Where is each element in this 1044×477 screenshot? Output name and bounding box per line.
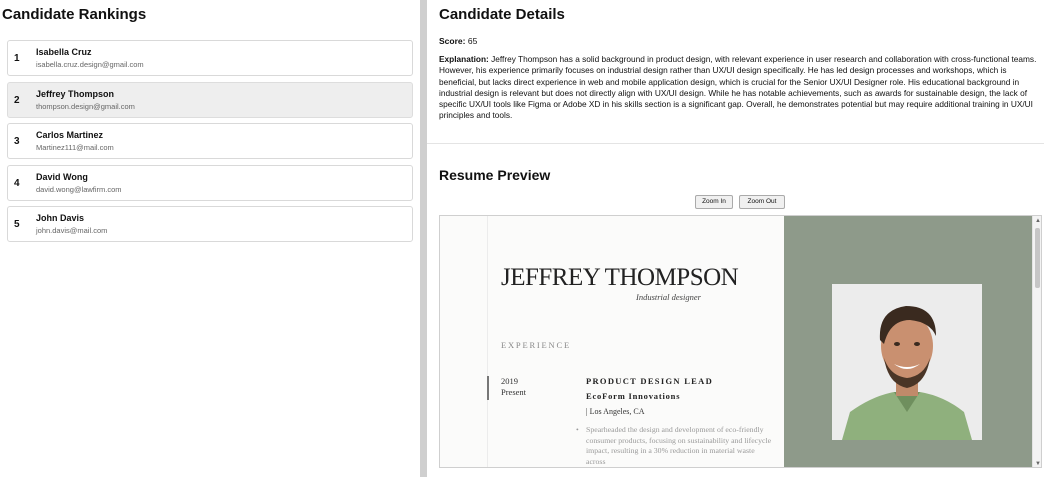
- scrollbar-thumb[interactable]: [1035, 228, 1040, 288]
- candidate-rankings-panel: Candidate Rankings 1 Isabella Cruz isabell…: [0, 0, 420, 477]
- candidate-rank: 3: [14, 136, 20, 147]
- resume-company: EcoForm Innovations: [586, 391, 681, 401]
- resume-role: Industrial designer: [636, 292, 701, 302]
- candidate-item[interactable]: 3 Carlos Martinez Martinez111@mail.com: [7, 123, 413, 159]
- candidate-rank: 2: [14, 94, 20, 106]
- resume-preview-frame[interactable]: JEFFREY THOMPSON Industrial designer EXP…: [439, 215, 1042, 468]
- candidate-item[interactable]: 2 Jeffrey Thompson thompson.design@gmail.c…: [7, 81, 413, 118]
- candidate-item[interactable]: 5 John Davis john.davis@mail.com: [7, 206, 413, 242]
- details-title: Candidate Details: [439, 6, 565, 23]
- resume-photo-column: [784, 216, 1032, 467]
- panel-splitter[interactable]: [420, 0, 427, 477]
- candidate-name: John Davis: [36, 213, 85, 223]
- resume-scrollbar[interactable]: ▲ ▼: [1032, 216, 1041, 467]
- score-line: Score: 65: [439, 36, 477, 46]
- scroll-down-arrow-icon[interactable]: ▼: [1034, 460, 1041, 467]
- score-label: Score:: [439, 36, 466, 46]
- resume-year-start: 2019: [501, 376, 518, 386]
- candidate-details-panel: Candidate Details Score: 65 Explanation:…: [427, 0, 1044, 477]
- score-value: 65: [467, 36, 478, 46]
- resume-page: JEFFREY THOMPSON Industrial designer EXP…: [440, 216, 1032, 467]
- section-divider: [427, 143, 1044, 144]
- candidate-item[interactable]: 1 Isabella Cruz isabella.cruz.design@gmail…: [7, 40, 413, 76]
- candidate-name: Carlos Martinez: [36, 130, 104, 140]
- candidate-rank: 1: [14, 53, 20, 64]
- zoom-in-button[interactable]: Zoom In: [695, 195, 733, 209]
- scroll-up-arrow-icon[interactable]: ▲: [1034, 217, 1041, 225]
- candidate-email: isabella.cruz.design@gmail.com: [36, 60, 144, 69]
- resume-bullet-text: Spearheaded the design and development o…: [586, 425, 772, 466]
- resume-section-heading: EXPERIENCE: [501, 340, 571, 350]
- candidate-email: thompson.design@gmail.com: [36, 101, 135, 111]
- rankings-title: Candidate Rankings: [2, 6, 147, 23]
- explanation-label: Explanation:: [439, 54, 489, 64]
- candidate-name: Isabella Cruz: [36, 47, 92, 57]
- explanation-text: Jeffrey Thompson has a solid background …: [439, 54, 1037, 121]
- resume-job-title: PRODUCT DESIGN LEAD: [586, 376, 714, 386]
- resume-location: | Los Angeles, CA: [586, 407, 645, 416]
- resume-year-end: Present: [501, 387, 527, 397]
- candidate-email: john.davis@mail.com: [36, 226, 108, 235]
- resume-years: 2019 Present: [501, 376, 526, 398]
- candidate-email: david.wong@lawfirm.com: [36, 184, 122, 194]
- candidate-name: David Wong: [36, 171, 88, 182]
- candidate-rank: 4: [14, 177, 20, 189]
- profile-photo-image: [832, 284, 982, 440]
- resume-preview-title: Resume Preview: [439, 167, 551, 183]
- profile-photo: [832, 284, 982, 440]
- candidate-name: Jeffrey Thompson: [36, 88, 115, 99]
- candidate-email: Martinez111@mail.com: [36, 143, 114, 152]
- resume-bullet: • Spearheaded the design and development…: [576, 425, 776, 467]
- candidate-rank: 5: [14, 219, 20, 230]
- candidate-list: 1 Isabella Cruz isabella.cruz.design@gmail…: [7, 40, 413, 248]
- explanation: Explanation: Jeffrey Thompson has a soli…: [439, 54, 1039, 122]
- timeline-bar: [487, 376, 489, 400]
- resume-margin-line: [487, 216, 488, 467]
- zoom-out-button[interactable]: Zoom Out: [739, 195, 785, 209]
- candidate-item[interactable]: 4 David Wong david.wong@lawfirm.com: [7, 164, 413, 201]
- resume-name: JEFFREY THOMPSON: [501, 264, 739, 291]
- bullet-dot-icon: •: [576, 425, 579, 434]
